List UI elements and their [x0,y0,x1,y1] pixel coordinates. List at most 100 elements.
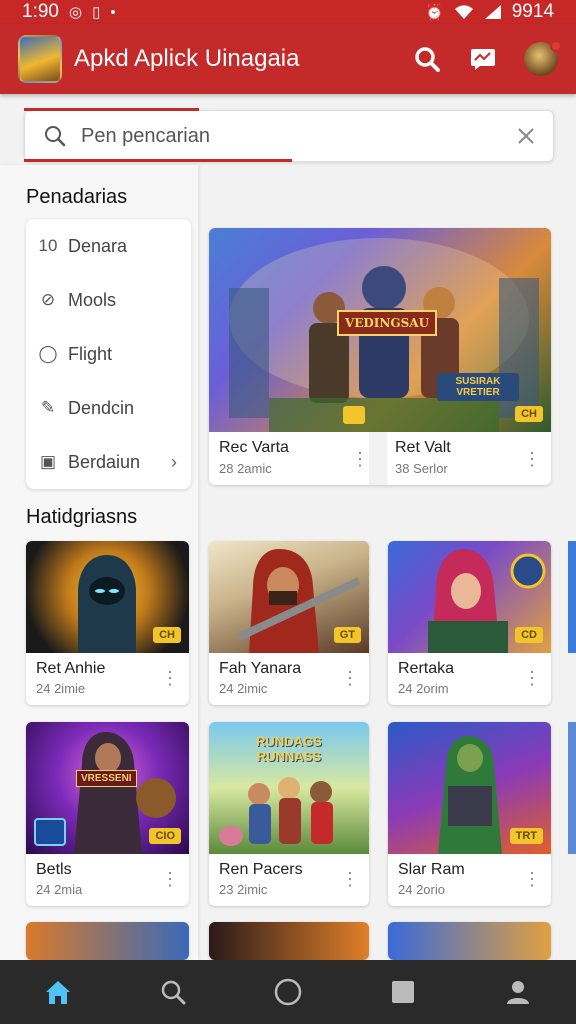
game-title: Ret Valt [395,439,451,456]
more-options-icon[interactable]: ⋮ [161,669,179,687]
game-subtitle: 24 2orio [398,882,445,897]
sidebar-heading: Penadarias [26,186,128,208]
notification-icon: ◎ [68,4,83,21]
game-subtitle: 23 2imic [219,882,268,897]
game-thumbnail: CD [388,541,551,653]
game-subtitle: 24 2imic [219,681,268,696]
bottom-navigation [0,960,576,1024]
menu-item-dendcin[interactable]: ✎ Dendcin [26,381,191,435]
game-banner: VEDINGSAU [337,310,437,336]
game-badge: TRT [509,828,543,844]
game-subtitle: 24 2orim [398,681,449,696]
nav-search[interactable] [149,968,197,1016]
game-subtitle: 24 2mia [36,882,83,897]
home-icon [45,981,70,1004]
section-heading: Hatidgriasns [26,506,138,528]
search-icon [415,47,440,72]
notification-dot [550,40,562,52]
status-time: 1:90 [22,1,59,22]
game-title: Ret Anhie [36,660,106,677]
number-icon: 10 [38,236,58,255]
menu-item-denara[interactable]: 10 Denara [26,219,191,273]
more-options-icon[interactable]: ⋮ [523,450,541,468]
nav-square[interactable] [379,968,427,1016]
person-icon [507,981,530,1004]
alarm-icon: ⏰ [425,4,444,21]
menu-item-label: Mools [68,289,117,310]
app-logo [18,35,62,83]
menu-item-label: Flight [68,343,113,364]
game-card[interactable] [209,922,369,960]
game-card[interactable]: CD Rertaka 24 2orim ⋮ [388,541,551,705]
dot-icon: • [110,3,116,21]
close-icon[interactable] [517,127,535,145]
search-accent-line [24,159,292,162]
search-icon [45,126,66,147]
circle-icon [274,978,302,1006]
more-options-icon[interactable]: ⋮ [351,450,369,468]
game-title: Ren Pacers [219,861,303,878]
search-icon [161,980,186,1005]
more-options-icon[interactable]: ⋮ [341,870,359,888]
game-badge: GT [333,627,361,643]
game-badge: CH [515,406,543,422]
game-card[interactable]: RUNDAGS RUNNASS Ren Pacers 23 2imic ⋮ [209,722,369,906]
nav-home[interactable] [34,968,82,1016]
chat-icon [471,49,495,70]
game-card[interactable]: VRESSENI CIO Betls 24 2mia ⋮ [26,722,189,906]
game-card[interactable]: GT Fah Yanara 24 2imic ⋮ [209,541,369,705]
search-accent-line [24,108,199,111]
game-card[interactable]: CH Ret Anhie 24 2imie ⋮ [26,541,189,705]
game-banner: VRESSENI [76,770,137,787]
card-gap [369,432,387,485]
search-bar[interactable]: Pen pencarian [24,110,554,162]
battery-level: 9914 [511,1,554,22]
game-subtitle: 28 2amic [219,461,272,476]
game-title: Betls [36,861,72,878]
more-options-icon[interactable]: ⋮ [523,870,541,888]
menu-item-berdaiun[interactable]: ▣ Berdaiun › [26,435,191,489]
more-options-icon[interactable]: ⋮ [523,669,541,687]
chevron-right-icon: › [171,451,177,472]
game-badge: CIO [149,828,181,844]
messages-button[interactable] [468,44,498,74]
game-emblem [343,406,365,424]
game-badge: CD [515,627,543,643]
game-thumbnail: VEDINGSAU SUSIRAK VRETIER CH [209,228,551,432]
game-card[interactable]: TRT Slar Ram 24 2orio ⋮ [388,722,551,906]
wifi-icon [454,5,473,19]
nav-profile[interactable] [494,968,542,1016]
more-options-icon[interactable]: ⋮ [161,870,179,888]
next-card-peek [568,541,576,653]
game-thumbnail: CH [26,541,189,653]
category-menu: 10 Denara ⊘ Mools ◯ Flight ✎ Dendcin ▣ B… [26,219,191,489]
next-card-peek [568,722,576,854]
menu-item-label: Berdaiun [68,451,141,472]
shield-icon: ◯ [38,344,58,363]
square-icon [392,981,415,1003]
game-badge: CH [153,627,181,643]
game-emblem [34,818,66,846]
menu-item-flight[interactable]: ◯ Flight [26,327,191,381]
search-input[interactable]: Pen pencarian [81,125,517,148]
game-card[interactable] [26,922,189,960]
profile-avatar[interactable] [524,40,562,76]
game-title: Rec Varta [219,439,289,456]
menu-item-mools[interactable]: ⊘ Mools [26,273,191,327]
game-thumbnail: TRT [388,722,551,854]
game-card[interactable] [388,922,551,960]
sim-icon: ▯ [92,4,101,21]
pencil-icon: ✎ [40,398,56,417]
edit-box-icon: ▣ [39,452,57,471]
more-options-icon[interactable]: ⋮ [341,669,359,687]
status-bar: 1:90 ◎ ▯ • ⏰ 9914 [0,0,576,24]
game-subtitle: 38 Serlor [395,461,448,476]
game-thumbnail: RUNDAGS RUNNASS [209,722,369,854]
game-title: Fah Yanara [219,660,302,677]
game-title: Rertaka [398,660,455,677]
nav-circle[interactable] [264,968,312,1016]
app-bar: Apkd Aplick Uinagaia [0,24,576,94]
game-logo-text: RUNDAGS RUNNASS [256,734,322,764]
search-button[interactable] [412,44,442,74]
menu-item-label: Denara [68,235,128,256]
